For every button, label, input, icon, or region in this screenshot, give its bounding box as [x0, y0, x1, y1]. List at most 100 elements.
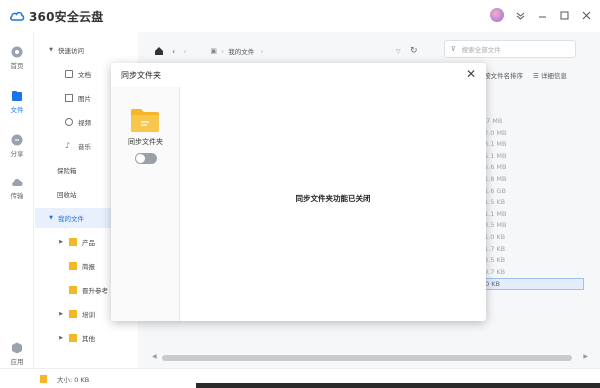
dialog-header: 同步文件夹 — [111, 63, 486, 87]
sync-folder-icon — [131, 109, 159, 132]
file-size: 1.5 KB — [484, 198, 506, 207]
file-size: 3.1 MB — [484, 140, 507, 149]
rail-item-home[interactable]: 首页 — [0, 46, 34, 70]
title-bar: 360安全云盘 — [0, 0, 600, 32]
rail-label: 首页 — [10, 62, 24, 70]
folder-icon — [69, 238, 77, 246]
file-size: 5.6 MB — [484, 163, 507, 172]
detail-label: 详细信息 — [540, 72, 567, 80]
tree-item-other[interactable]: ▶ 其他 — [35, 328, 135, 348]
horizontal-scrollbar[interactable]: ◀ ▶ — [152, 353, 588, 362]
chevron-down-icon[interactable]: ▽ — [396, 48, 401, 55]
nav-rail: 首页 文件 分享 传输 应用 — [0, 32, 34, 370]
tree-label: 回收站 — [57, 191, 77, 199]
tree-label: 视频 — [78, 119, 91, 127]
file-size: 0 KB — [484, 278, 584, 290]
chevron-right-icon: › — [221, 46, 225, 56]
tree-label: 简报 — [82, 263, 95, 271]
menu-icon[interactable] — [514, 9, 526, 21]
rail-item-share[interactable]: 分享 — [0, 134, 34, 158]
scroll-left-icon[interactable]: ◀ — [152, 353, 157, 360]
back-icon[interactable]: ‹ — [172, 47, 175, 56]
folder-icon — [40, 374, 47, 383]
taskbar-strip — [196, 383, 600, 388]
sync-status-message: 同步文件夹功能已关闭 — [295, 194, 371, 203]
tree-label: 快速访问 — [58, 47, 84, 55]
sync-toggle[interactable] — [135, 153, 157, 164]
rail-label: 应用 — [10, 358, 24, 366]
refresh-icon[interactable]: ↻ — [410, 46, 418, 56]
search-placeholder: 搜索全部文件 — [461, 46, 501, 54]
file-size: 1.1 MB — [484, 209, 507, 218]
tree-item-quick-access[interactable]: ▼ 快速访问 — [35, 40, 135, 60]
rail-item-apps[interactable]: 应用 — [0, 342, 34, 366]
avatar[interactable] — [490, 8, 504, 22]
file-size: 3.5 KB — [484, 256, 506, 265]
forward-icon[interactable]: › — [183, 47, 186, 56]
home-icon — [11, 46, 23, 58]
file-size: 2.0 MB — [484, 128, 507, 137]
dialog-sidebar: 同步文件夹 — [111, 87, 180, 321]
home-nav-icon[interactable] — [154, 46, 164, 56]
rail-item-files[interactable]: 文件 — [0, 90, 34, 114]
file-size: 1.8 MB — [484, 174, 507, 183]
file-size: 9.7 KB — [484, 267, 506, 276]
tree-label: 晋升参考 — [82, 287, 108, 295]
caret-right-icon: ▶ — [59, 239, 63, 245]
close-window-icon[interactable] — [580, 9, 592, 21]
file-size: 1.6 GB — [484, 186, 506, 195]
tree-label: 保险箱 — [57, 167, 77, 175]
tree-label: 我的文件 — [58, 215, 84, 223]
share-icon — [11, 134, 23, 146]
document-icon — [65, 70, 73, 78]
rail-item-transfer[interactable]: 传输 — [0, 176, 34, 200]
dialog-title: 同步文件夹 — [121, 70, 161, 80]
file-size: .7 MB — [484, 117, 503, 125]
tree-label: 文档 — [78, 71, 91, 79]
sort-bar: 按文件名排序 ☰ 详细信息 — [484, 70, 567, 80]
image-icon — [65, 94, 73, 102]
music-icon: ♪ — [65, 141, 71, 150]
sync-folder-dialog: 同步文件夹 ✕ 同步文件夹 同步文件夹功能已关闭 — [111, 63, 486, 321]
file-size-column: .7 MB 2.0 MB 3.1 MB 5.1 MB 5.6 MB 1.8 MB… — [484, 116, 584, 290]
folder-icon — [69, 262, 77, 270]
tree-label: 图片 — [78, 95, 91, 103]
rail-label: 分享 — [10, 150, 24, 158]
tree-label: 其他 — [82, 335, 95, 343]
file-size: 3.5 MB — [484, 221, 507, 230]
filter-icon: ⊽ — [451, 45, 456, 53]
tree-label: 培训 — [82, 311, 95, 319]
chevron-right-icon: › — [260, 46, 264, 56]
detail-button[interactable]: ☰ 详细信息 — [533, 70, 567, 80]
caret-down-icon: ▼ — [49, 215, 53, 221]
tree-label: 音乐 — [78, 143, 91, 151]
file-size: 1.7 KB — [484, 244, 506, 253]
minimize-icon[interactable] — [536, 9, 548, 21]
tree-label: 产品 — [82, 239, 95, 247]
close-icon[interactable]: ✕ — [464, 67, 478, 81]
disk-icon: ▣ — [210, 47, 218, 55]
search-input[interactable]: ⊽ 搜索全部文件 — [444, 40, 576, 58]
status-size: 大小: 0 KB — [57, 375, 90, 384]
file-size: 1.0 KB — [484, 232, 506, 241]
sync-folder-label: 同步文件夹 — [128, 138, 163, 146]
scrollbar-thumb[interactable] — [162, 355, 572, 361]
breadcrumb[interactable]: 我的文件 — [228, 46, 254, 56]
transfer-icon — [11, 179, 23, 186]
toggle-knob — [136, 154, 145, 163]
maximize-icon[interactable] — [558, 9, 570, 21]
caret-right-icon: ▶ — [59, 335, 63, 341]
file-size: 5.1 MB — [484, 151, 507, 160]
folder-icon — [69, 310, 77, 318]
sort-button[interactable]: 按文件名排序 — [484, 70, 523, 80]
rail-label: 文件 — [10, 106, 24, 114]
scroll-right-icon[interactable]: ▶ — [583, 353, 588, 360]
folder-icon — [69, 286, 77, 294]
file-icon — [12, 91, 22, 101]
app-logo: 360安全云盘 — [9, 8, 103, 25]
caret-down-icon: ▼ — [49, 47, 53, 53]
apps-icon — [12, 342, 22, 354]
folder-icon — [69, 334, 77, 342]
video-icon — [65, 118, 73, 126]
rail-label: 传输 — [10, 192, 24, 200]
